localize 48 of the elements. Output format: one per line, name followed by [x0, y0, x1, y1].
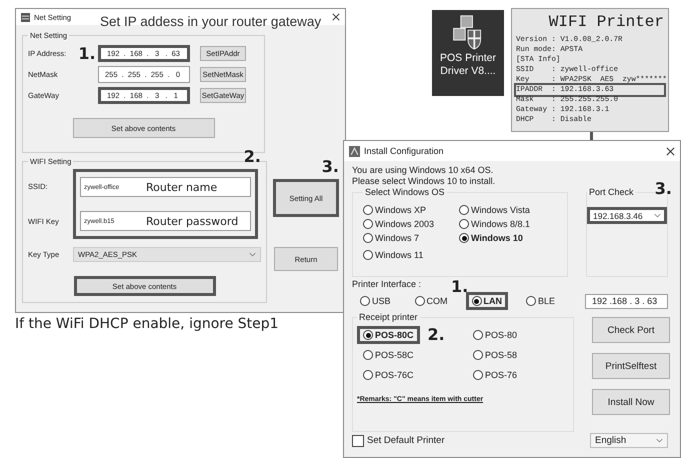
- receipt-title: WIFI Printer: [548, 13, 664, 31]
- printer-radio-option[interactable]: POS-58: [467, 346, 524, 364]
- group-title: Select Windows OS: [364, 187, 446, 197]
- step-number: 3.: [654, 181, 672, 197]
- group-title: Port Check: [588, 187, 635, 197]
- chevron-down-icon: [656, 438, 663, 443]
- step-number: 3.: [322, 159, 339, 175]
- section-label: Printer Interface :: [352, 279, 422, 289]
- close-icon[interactable]: [666, 146, 675, 156]
- action-button[interactable]: PrintSelftest: [592, 353, 670, 379]
- window-title: Install Configuration: [364, 146, 444, 156]
- info-text: You are using Windows 10 x64 OS.: [352, 165, 494, 176]
- instruction-note: If the WiFi DHCP enable, ignore Step1: [15, 316, 279, 332]
- close-icon[interactable]: [332, 13, 340, 21]
- port-dropdown[interactable]: 192.168.3.46: [587, 207, 667, 224]
- os-radio-option[interactable]: Windows 8/8.1: [459, 219, 559, 229]
- app-icon: [349, 146, 360, 156]
- printer-radio-option[interactable]: POS-76C: [357, 366, 420, 384]
- chevron-down-icon: [249, 252, 256, 257]
- interface-radio-option[interactable]: USB: [354, 292, 397, 310]
- printer-radio-option[interactable]: POS-80C: [357, 326, 420, 344]
- printer-radio-option[interactable]: POS-80: [467, 326, 524, 344]
- printer-radio-option[interactable]: POS-58C: [357, 346, 420, 364]
- ip-address-field[interactable]: 192 .168 . 3 . 63: [585, 294, 668, 308]
- window-icon: [21, 12, 30, 22]
- action-button[interactable]: Check Port: [592, 317, 670, 343]
- info-text: Please select Windows 10 to install.: [352, 176, 496, 186]
- os-radio-option[interactable]: Windows 10: [459, 233, 559, 243]
- printer-radio-option[interactable]: POS-76: [467, 366, 524, 384]
- os-radio-option[interactable]: Windows 11: [363, 250, 459, 260]
- group-title: Receipt printer: [358, 312, 419, 322]
- step-number: 1.: [78, 46, 96, 62]
- interface-radio-option[interactable]: COM: [408, 292, 454, 310]
- os-radio-option[interactable]: Windows Vista: [459, 205, 559, 215]
- chevron-down-icon: [654, 213, 661, 218]
- instruction-caption: Set IP addess in your router gateway: [100, 14, 322, 29]
- step-number: 2.: [428, 327, 445, 343]
- interface-radio-option[interactable]: LAN: [466, 292, 508, 310]
- action-button[interactable]: Install Now: [592, 389, 670, 415]
- step-number: 1.: [451, 279, 468, 295]
- default-printer-checkbox[interactable]: Set Default Printer: [352, 434, 445, 446]
- os-radio-option[interactable]: Windows 2003: [363, 219, 459, 229]
- step-number: 2.: [244, 149, 261, 165]
- language-dropdown[interactable]: English: [590, 433, 668, 448]
- os-radio-option[interactable]: Windows 7: [363, 233, 459, 243]
- desktop-shortcut[interactable]: POS Printer Driver V8....: [432, 10, 504, 96]
- interface-radio-option[interactable]: BLE: [520, 292, 562, 310]
- os-radio-option[interactable]: Windows XP: [363, 205, 459, 215]
